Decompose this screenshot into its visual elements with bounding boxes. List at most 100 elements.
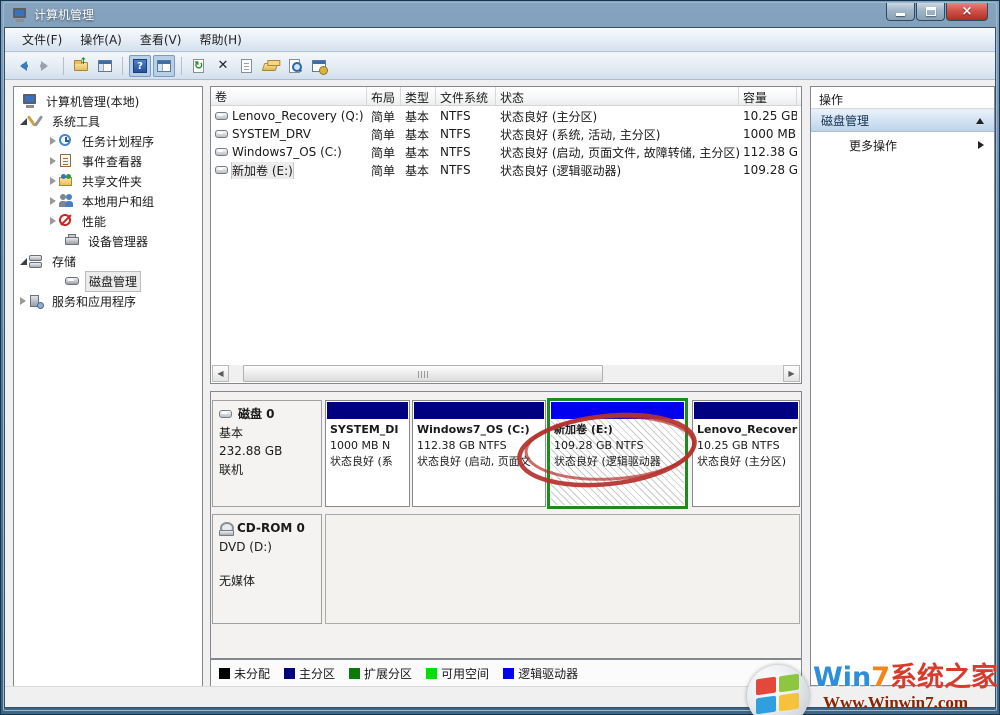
scrollbar-track[interactable] xyxy=(229,365,783,382)
collapse-arrow-icon[interactable] xyxy=(18,294,28,308)
menu-view[interactable]: 查看(V) xyxy=(131,28,191,51)
maximize-button[interactable] xyxy=(916,2,945,21)
logical-drive-color-swatch xyxy=(503,668,514,679)
disk-management-icon xyxy=(64,273,81,289)
computer-management-app-icon xyxy=(12,7,28,23)
show-console-tree-button[interactable] xyxy=(94,55,116,77)
tree-item-local-users-groups[interactable]: 本地用户和组 xyxy=(14,191,200,211)
horizontal-scrollbar[interactable]: ◀ ▶ xyxy=(212,365,800,382)
refresh-icon xyxy=(191,58,207,74)
collapse-arrow-icon[interactable] xyxy=(48,154,58,168)
column-header-status[interactable]: 状态 xyxy=(496,87,739,105)
actions-section-disk-management[interactable]: 磁盘管理 xyxy=(811,109,994,132)
snap-in-button[interactable] xyxy=(308,55,330,77)
window-title: 计算机管理 xyxy=(34,6,94,23)
minimize-button[interactable] xyxy=(886,2,915,21)
tree-item-task-scheduler[interactable]: 任务计划程序 xyxy=(14,131,200,151)
collapse-section-icon[interactable] xyxy=(976,118,984,124)
tree-item-shared-folders[interactable]: 共享文件夹 xyxy=(14,171,200,191)
legend-free-space: 可用空间 xyxy=(426,665,489,682)
tree-item-system-tools[interactable]: 系统工具 xyxy=(14,111,200,131)
tree-item-disk-management[interactable]: 磁盘管理 xyxy=(14,271,200,291)
maximize-icon xyxy=(926,7,936,16)
toolbar-separator xyxy=(63,57,64,75)
up-level-button[interactable] xyxy=(70,55,92,77)
legend-logical-drive: 逻辑驱动器 xyxy=(503,665,578,682)
actions-title: 操作 xyxy=(811,87,994,109)
title-bar[interactable]: 计算机管理 × xyxy=(4,2,996,27)
tree-item-event-viewer[interactable]: 事件查看器 xyxy=(14,151,200,171)
graphical-view-panel: 磁盘 0 基本 232.88 GB 联机 SYSTEM_DI 1000 MB N… xyxy=(210,391,802,659)
snap-in-window-icon xyxy=(311,58,327,74)
tree-item-services-applications[interactable]: 服务和应用程序 xyxy=(14,291,200,311)
local-users-groups-icon xyxy=(58,193,75,209)
column-header-volume[interactable]: 卷 xyxy=(211,87,367,105)
collapse-arrow-icon[interactable] xyxy=(48,174,58,188)
open-button[interactable] xyxy=(260,55,282,77)
refresh-button[interactable] xyxy=(188,55,210,77)
close-button[interactable]: × xyxy=(946,2,988,21)
column-header-filesystem[interactable]: 文件系统 xyxy=(436,87,496,105)
services-applications-icon xyxy=(28,293,45,309)
cdrom0-header[interactable]: CD-ROM 0 DVD (D:) 无媒体 xyxy=(212,514,322,624)
collapse-arrow-icon[interactable] xyxy=(48,194,58,208)
back-icon xyxy=(14,58,30,74)
delete-button[interactable]: ✕ xyxy=(212,55,234,77)
show-action-pane-button[interactable] xyxy=(153,55,175,77)
properties-button[interactable] xyxy=(236,55,258,77)
collapse-arrow-icon[interactable] xyxy=(48,134,58,148)
disk0-header[interactable]: 磁盘 0 基本 232.88 GB 联机 xyxy=(212,400,322,507)
cdrom-empty-area[interactable] xyxy=(325,514,800,624)
volume-icon xyxy=(215,130,228,138)
watermark-url: Www.Winwin7.com xyxy=(823,693,998,713)
more-actions-item[interactable]: 更多操作 xyxy=(811,132,994,158)
disk0-size: 232.88 GB xyxy=(219,442,315,461)
performance-icon xyxy=(58,213,75,229)
volume-row-new-volume-e[interactable]: 新加卷 (E:) 简单 基本 NTFS 状态良好 (逻辑驱动器) 109.28 … xyxy=(211,161,801,179)
volume-row-system-drv[interactable]: SYSTEM_DRV 简单 基本 NTFS 状态良好 (系统, 活动, 主分区)… xyxy=(211,125,801,143)
back-button[interactable] xyxy=(11,55,33,77)
column-header-type[interactable]: 类型 xyxy=(401,87,436,105)
event-viewer-icon xyxy=(58,153,75,169)
storage-icon xyxy=(28,253,45,269)
tree-item-device-manager[interactable]: 设备管理器 xyxy=(14,231,200,251)
volume-icon xyxy=(215,166,228,174)
forward-button[interactable] xyxy=(35,55,57,77)
scroll-left-button[interactable]: ◀ xyxy=(212,365,229,382)
partition-windows7-os[interactable]: Windows7_OS (C:) 112.38 GB NTFS 状态良好 (启动… xyxy=(412,400,546,507)
volume-row-lenovo-recovery[interactable]: Lenovo_Recovery (Q:) 简单 基本 NTFS 状态良好 (主分… xyxy=(211,107,801,125)
find-button[interactable] xyxy=(284,55,306,77)
tree-item-computer-management[interactable]: 计算机管理(本地) xyxy=(14,91,200,111)
menu-help[interactable]: 帮助(H) xyxy=(190,28,250,51)
scrollbar-thumb[interactable] xyxy=(243,365,603,382)
properties-icon xyxy=(239,58,255,74)
device-manager-icon xyxy=(64,233,81,249)
volume-icon xyxy=(215,148,228,156)
find-icon xyxy=(287,58,303,74)
submenu-arrow-icon xyxy=(978,141,984,149)
actions-panel: 操作 磁盘管理 更多操作 xyxy=(810,86,995,686)
primary-partition-bar xyxy=(414,402,544,419)
tree-item-storage[interactable]: 存储 xyxy=(14,251,200,271)
volume-row-windows7-os[interactable]: Windows7_OS (C:) 简单 基本 NTFS 状态良好 (启动, 页面… xyxy=(211,143,801,161)
column-header-layout[interactable]: 布局 xyxy=(367,87,401,105)
scroll-right-button[interactable]: ▶ xyxy=(783,365,800,382)
partition-system-drv[interactable]: SYSTEM_DI 1000 MB N 状态良好 (系 xyxy=(325,400,410,507)
partition-lenovo-recovery[interactable]: Lenovo_Recover 10.25 GB NTFS 状态良好 (主分区) xyxy=(692,400,800,507)
free-space-color-swatch xyxy=(426,668,437,679)
tree-item-performance[interactable]: 性能 xyxy=(14,211,200,231)
watermark-brand: Win7系统之家 xyxy=(813,664,998,691)
watermark: Win7系统之家 Www.Winwin7.com xyxy=(747,664,998,715)
show-console-tree-icon xyxy=(97,58,113,74)
help-toggle-button[interactable]: ? xyxy=(129,55,151,77)
partition-new-volume-e[interactable]: 新加卷 (E:) 109.28 GB NTFS 状态良好 (逻辑驱动器 xyxy=(547,398,688,509)
collapse-arrow-icon[interactable] xyxy=(48,214,58,228)
legend-primary-partition: 主分区 xyxy=(284,665,335,682)
expand-arrow-icon[interactable] xyxy=(18,254,28,268)
column-header-capacity[interactable]: 容量 xyxy=(739,87,797,105)
logical-drive-bar xyxy=(551,402,684,419)
toolbar: ? ✕ xyxy=(5,53,995,80)
menu-file[interactable]: 文件(F) xyxy=(13,28,71,51)
cdrom-drive-letter: DVD (D:) xyxy=(219,538,315,557)
menu-action[interactable]: 操作(A) xyxy=(71,28,131,51)
